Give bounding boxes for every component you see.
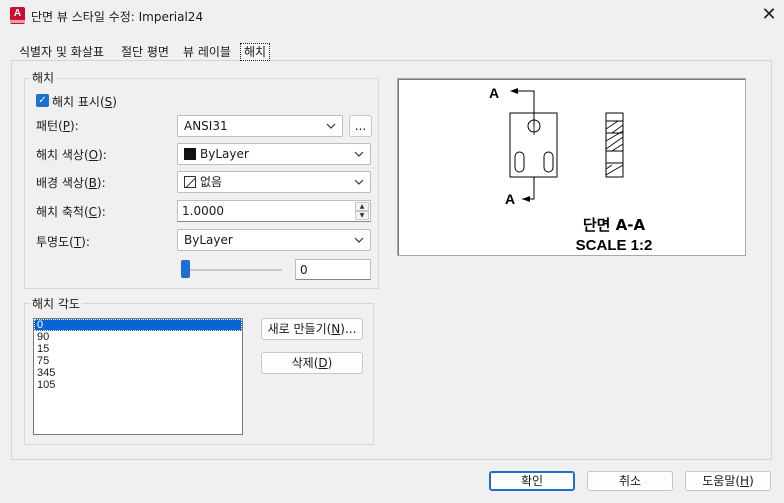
transparency-slider-value: 0: [300, 263, 308, 277]
app-icon-letter: A: [13, 8, 22, 19]
window-title: 단면 뷰 스타일 수정: Imperial24: [31, 10, 204, 24]
hatch-scale-input[interactable]: 1.0000 ▲ ▼: [177, 200, 371, 222]
show-hatch-checkbox[interactable]: ✓: [36, 94, 49, 107]
tab-hatch[interactable]: 해치: [240, 43, 271, 61]
pattern-label: 패턴(P):: [36, 119, 79, 133]
spin-up-icon[interactable]: ▲: [355, 202, 369, 211]
hatch-color-label: 해치 색상(O):: [36, 148, 107, 162]
section-view-preview-drawing: A A 단면 A-A SCALE 1:2: [489, 85, 653, 254]
app-icon: A: [10, 7, 25, 24]
new-angle-button[interactable]: 새로 만들기(N)...: [261, 318, 363, 340]
preview-scale-text: SCALE 1:2: [576, 237, 653, 254]
pattern-value: ANSI31: [184, 119, 228, 133]
show-hatch-label[interactable]: 해치 표시(S): [52, 93, 117, 110]
hatch-scale-label: 해치 축척(C):: [36, 205, 106, 219]
help-button[interactable]: 도움말(H): [685, 471, 771, 491]
list-item[interactable]: 105: [34, 379, 242, 391]
transparency-value: ByLayer: [184, 233, 233, 247]
close-icon[interactable]: ✕: [758, 4, 780, 26]
preview-section-title: 단면 A-A: [583, 216, 646, 234]
delete-angle-button[interactable]: 삭제(D): [261, 352, 363, 374]
chevron-down-icon: [326, 123, 336, 129]
hatch-angle-list[interactable]: 0 90 15 75 345 105: [33, 318, 243, 435]
ok-button[interactable]: 확인: [489, 471, 575, 491]
chevron-down-icon: [354, 237, 364, 243]
pattern-select[interactable]: ANSI31: [177, 115, 343, 137]
chevron-down-icon: [354, 179, 364, 185]
preview-marker-bottom: A: [505, 191, 515, 207]
preview-panel: A A 단면 A-A SCALE 1:2: [397, 78, 746, 256]
background-color-value: 없음: [200, 175, 223, 189]
list-item[interactable]: 15: [34, 343, 242, 355]
no-color-swatch-icon: [184, 176, 196, 188]
spin-down-icon[interactable]: ▼: [355, 211, 369, 220]
list-item[interactable]: 345: [34, 367, 242, 379]
transparency-slider-thumb[interactable]: [181, 260, 190, 278]
hatch-angles-group-title: 해치 각도: [30, 295, 82, 312]
list-item[interactable]: 75: [34, 355, 242, 367]
hatch-group-title: 해치: [30, 69, 57, 86]
chevron-down-icon: [354, 151, 364, 157]
transparency-value-input[interactable]: 0: [295, 259, 371, 280]
cancel-button[interactable]: 취소: [587, 471, 673, 491]
transparency-label: 투명도(T):: [36, 235, 90, 249]
hatch-scale-value: 1.0000: [182, 204, 224, 218]
background-color-select[interactable]: 없음: [177, 171, 371, 193]
list-item[interactable]: 90: [34, 331, 242, 343]
list-item[interactable]: 0: [34, 319, 242, 331]
hatch-color-value: ByLayer: [200, 147, 249, 161]
background-color-label: 배경 색상(B):: [36, 176, 106, 190]
scale-spinner[interactable]: ▲ ▼: [355, 202, 369, 220]
transparency-select[interactable]: ByLayer: [177, 229, 371, 251]
pattern-browse-button[interactable]: ...: [349, 115, 372, 137]
hatch-color-select[interactable]: ByLayer: [177, 143, 371, 165]
color-swatch-icon: [184, 148, 196, 160]
transparency-slider-track[interactable]: [182, 269, 282, 271]
preview-marker-top: A: [489, 85, 499, 101]
